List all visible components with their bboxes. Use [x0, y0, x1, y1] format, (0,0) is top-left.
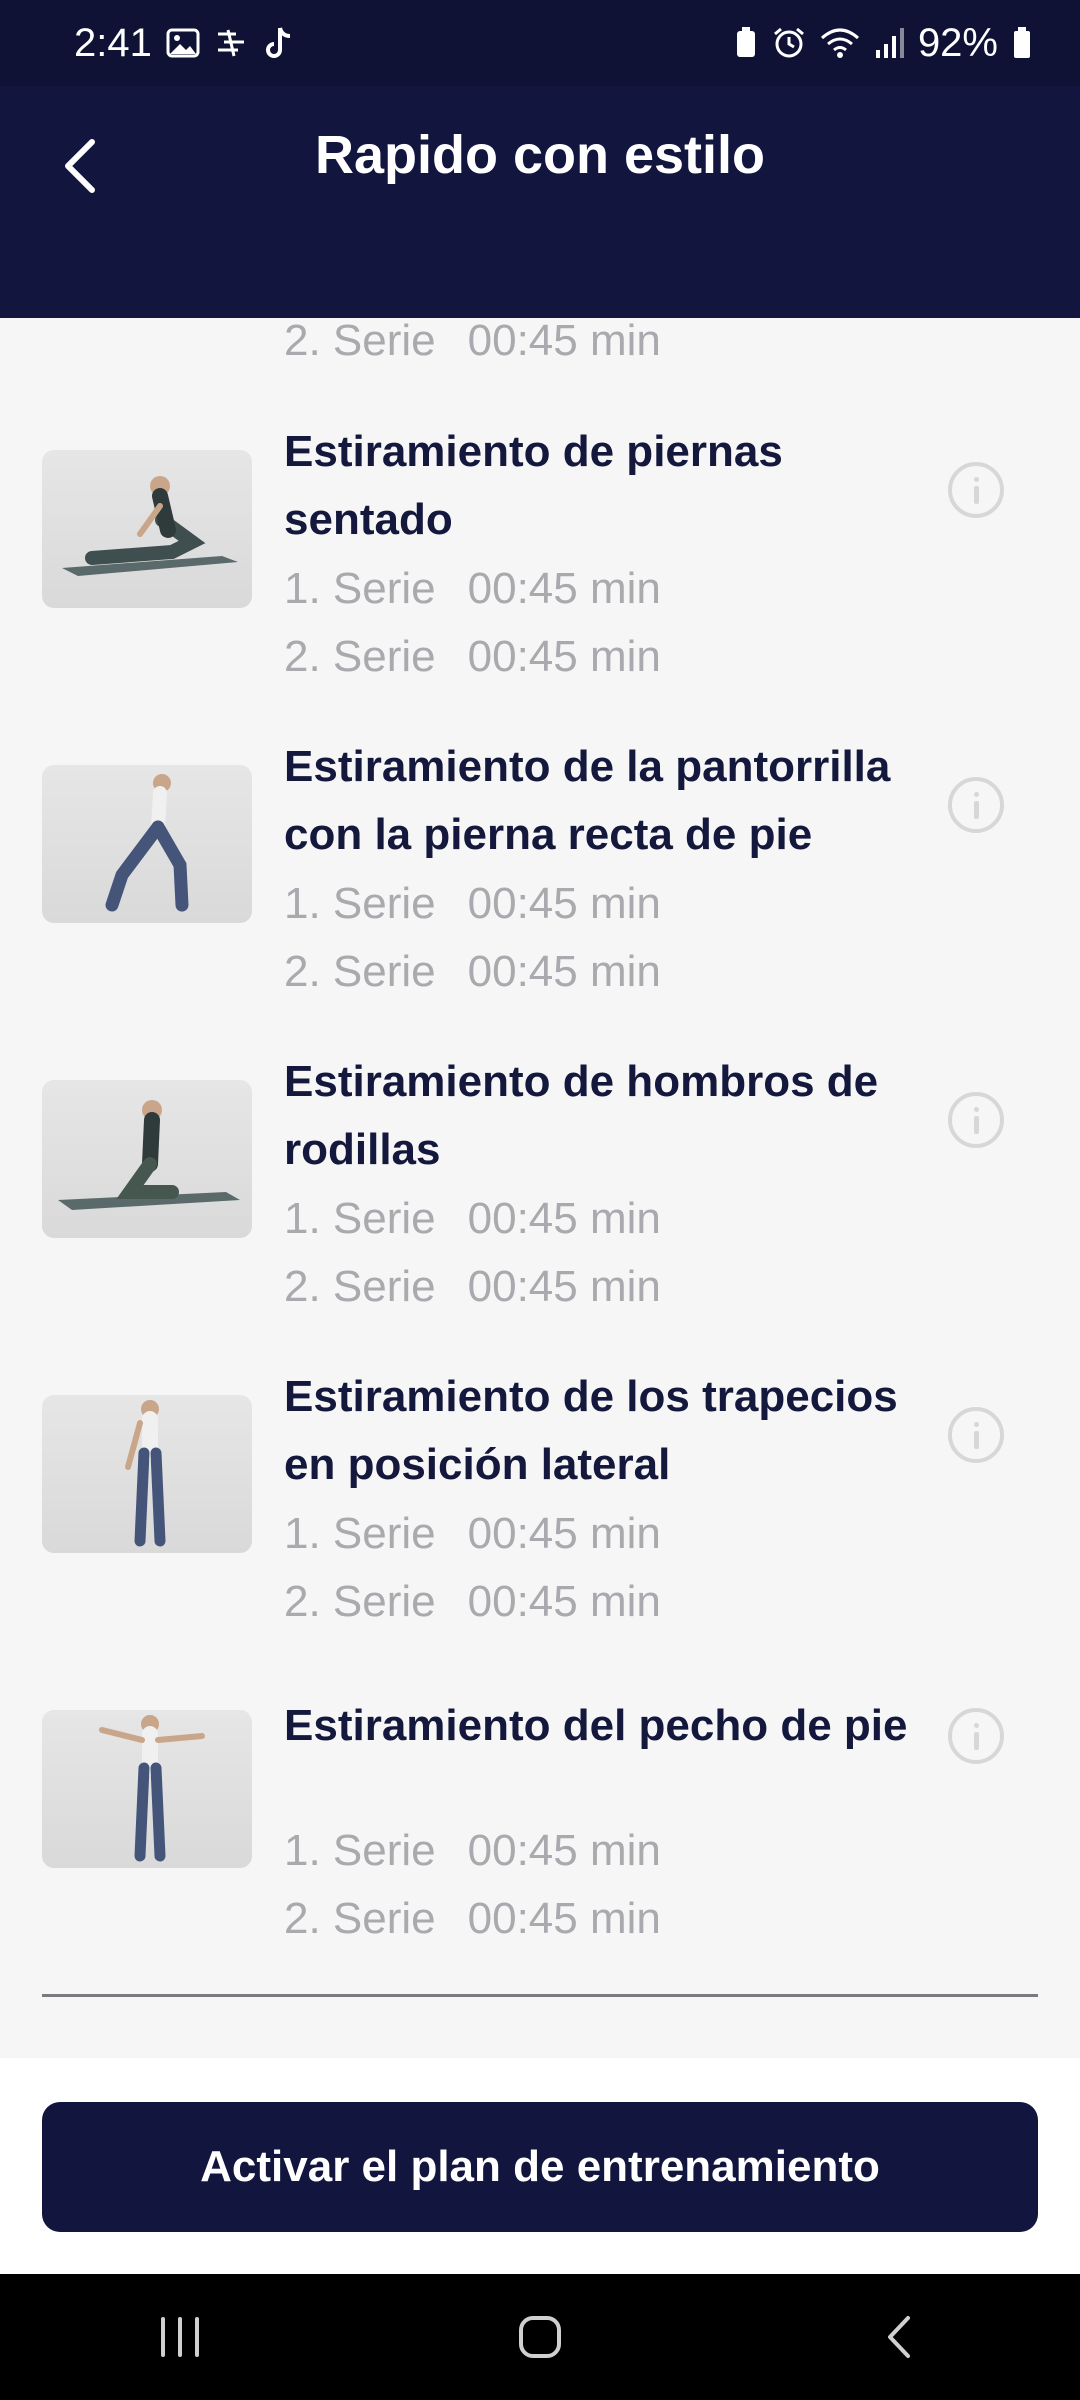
- serie-label: 2. Serie: [284, 632, 436, 681]
- activate-plan-button[interactable]: Activar el plan de entrenamiento: [42, 2102, 1038, 2232]
- serie-row: 2. Serie 00:45 min: [284, 634, 661, 680]
- home-button[interactable]: [480, 2297, 600, 2377]
- serie-label: 2. Serie: [284, 947, 436, 996]
- serie-row: 1. Serie 00:45 min: [284, 881, 661, 927]
- battery-icon: [1012, 26, 1032, 60]
- exercise-thumbnail: [42, 1395, 252, 1553]
- serie-duration: 00:45 min: [467, 1894, 661, 1943]
- info-icon[interactable]: [948, 462, 1004, 518]
- exercise-title: Estiramiento del pecho de pie: [284, 1692, 924, 1760]
- app-header: Rapido con estilo: [0, 86, 1080, 318]
- battery-saver-icon: [734, 26, 758, 60]
- serie-duration: 00:45 min: [467, 1262, 661, 1311]
- exercise-title-line: Estiramiento de hombros de: [284, 1057, 879, 1106]
- serie-row: 2. Serie 00:45 min: [284, 949, 661, 995]
- serie-duration: 00:45 min: [467, 1577, 661, 1626]
- exercise-title-line: Estiramiento de la pantorrilla: [284, 742, 891, 791]
- exercise-thumbnail: [42, 1710, 252, 1868]
- exercise-title-line: con la pierna recta de pie: [284, 810, 813, 859]
- status-left: 2:41: [74, 21, 294, 66]
- serie-label: 1. Serie: [284, 1509, 436, 1558]
- exercise-thumbnail: [42, 765, 252, 923]
- info-icon[interactable]: [948, 777, 1004, 833]
- status-bar: 2:41 92%: [0, 0, 1080, 86]
- exercise-title-line: Estiramiento del pecho de pie: [284, 1701, 908, 1750]
- serie-duration: 00:45 min: [467, 632, 661, 681]
- serie-row: 1. Serie 00:45 min: [284, 1196, 661, 1242]
- serie-duration: 00:45 min: [467, 1194, 661, 1243]
- home-icon: [519, 2316, 561, 2358]
- exercise-title-line: Estiramiento de piernas: [284, 427, 783, 476]
- recent-apps-button[interactable]: [120, 2297, 240, 2377]
- divider: [42, 1994, 1038, 1997]
- serie-label: 2. Serie: [284, 318, 436, 364]
- wifi-icon: [820, 26, 860, 60]
- serie-label: 2. Serie: [284, 1577, 436, 1626]
- exercise-thumbnail: [42, 450, 252, 608]
- info-icon[interactable]: [948, 1708, 1004, 1764]
- exercise-thumbnail: [42, 1080, 252, 1238]
- serie-row: 1. Serie 00:45 min: [284, 1828, 661, 1874]
- back-arrow-icon: [888, 2316, 910, 2358]
- serie-label: 2. Serie: [284, 1262, 436, 1311]
- exercise-title: Estiramiento de piernas sentado: [284, 418, 924, 554]
- serie-row: 1. Serie 00:45 min: [284, 1511, 661, 1557]
- page-title: Rapido con estilo: [314, 125, 766, 185]
- bottom-panel: Activar el plan de entrenamiento: [0, 2058, 1080, 2274]
- serie-duration: 00:45 min: [467, 318, 661, 364]
- info-icon[interactable]: [948, 1092, 1004, 1148]
- exercise-title: Estiramiento de hombros de rodillas: [284, 1048, 924, 1184]
- status-time: 2:41: [74, 20, 152, 65]
- serie-duration: 00:45 min: [467, 879, 661, 928]
- serie-row: 2. Serie 00:45 min: [284, 1896, 661, 1942]
- exercise-title-line: en posición lateral: [284, 1440, 671, 1489]
- battery-percent: 92%: [917, 20, 998, 65]
- exercise-title: Estiramiento de los trapecios en posició…: [284, 1363, 924, 1499]
- exercise-title-line: rodillas: [284, 1125, 441, 1174]
- serie-row: 2. Serie 00:45 min: [284, 1579, 661, 1625]
- serie-duration: 00:45 min: [467, 564, 661, 613]
- alarm-icon: [772, 26, 806, 60]
- serie-label: 2. Serie: [284, 1894, 436, 1943]
- serie-label: 1. Serie: [284, 879, 436, 928]
- serie-duration: 00:45 min: [467, 1509, 661, 1558]
- gallery-icon: [166, 26, 200, 60]
- partial-serie-row: 2. Serie 00:45 min: [284, 318, 661, 364]
- serie-label: 1. Serie: [284, 1194, 436, 1243]
- serie-row: 2. Serie 00:45 min: [284, 1264, 661, 1310]
- exercise-title-line: Estiramiento de los trapecios: [284, 1372, 898, 1421]
- system-nav-bar: [0, 2274, 1080, 2400]
- serie-row: 1. Serie 00:45 min: [284, 566, 661, 612]
- signal-icon: [874, 26, 904, 60]
- system-back-button[interactable]: [840, 2297, 960, 2377]
- serie-label: 1. Serie: [284, 1826, 436, 1875]
- app-notification-icon: [214, 26, 250, 60]
- info-icon[interactable]: [948, 1407, 1004, 1463]
- tiktok-icon: [264, 26, 294, 60]
- serie-label: 1. Serie: [284, 564, 436, 613]
- recent-apps-icon: [161, 2317, 199, 2357]
- serie-duration: 00:45 min: [467, 947, 661, 996]
- status-right: 92%: [734, 21, 1032, 66]
- serie-duration: 00:45 min: [467, 1826, 661, 1875]
- exercise-title: Estiramiento de la pantorrilla con la pi…: [284, 733, 924, 869]
- exercise-title-line: sentado: [284, 495, 453, 544]
